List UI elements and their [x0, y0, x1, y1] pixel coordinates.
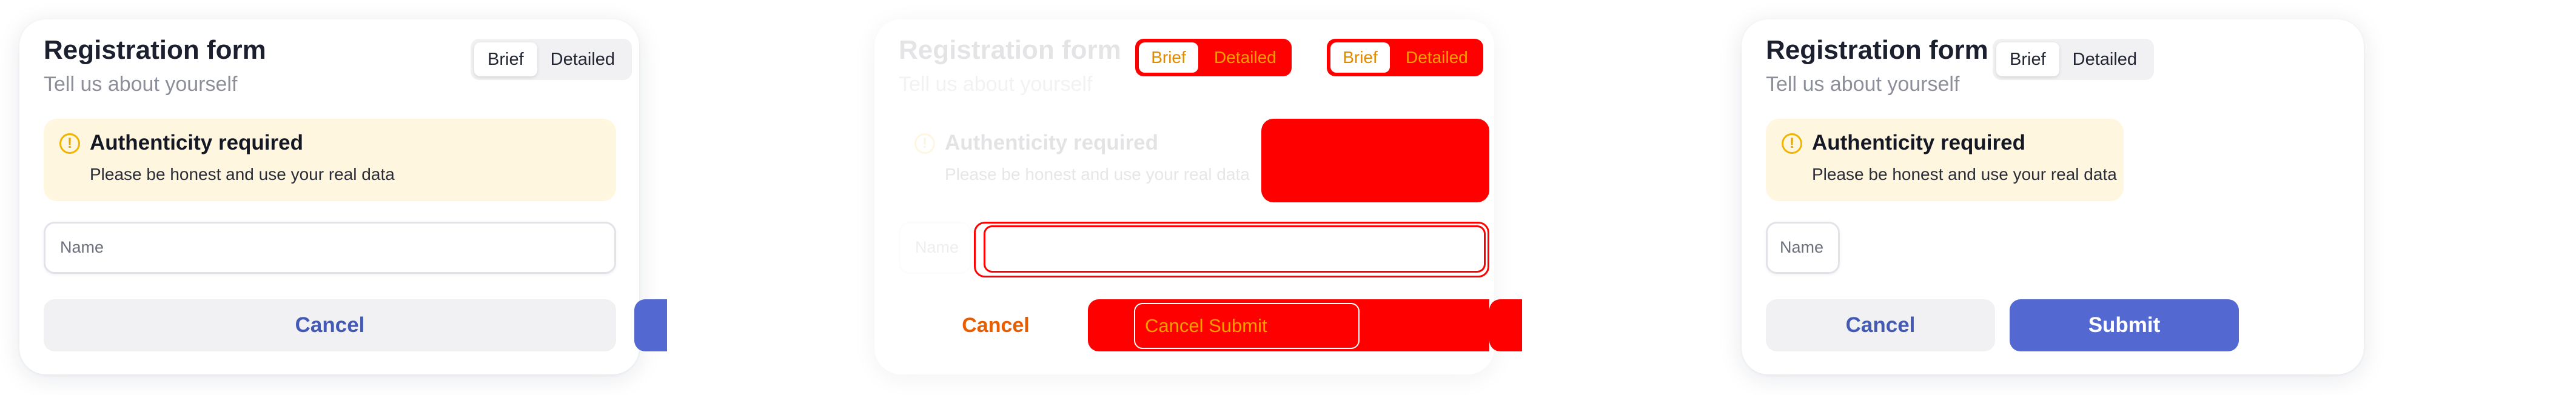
- form-title-faded: Registration form: [899, 35, 1121, 65]
- name-placeholder-faded: Name: [915, 238, 959, 256]
- toggle-overlay-2-detailed[interactable]: Detailed: [1406, 39, 1468, 76]
- overlay-clipped-edge: [1489, 299, 1522, 351]
- panel-overlay: Registration form Tell us about yourself…: [855, 0, 1522, 395]
- name-placeholder: Name: [1780, 238, 1824, 256]
- toggle-brief[interactable]: Brief: [474, 42, 537, 76]
- alert-overlay: [1261, 119, 1489, 202]
- submit-button[interactable]: Submit: [2010, 299, 2239, 351]
- warning-icon: !: [59, 133, 80, 154]
- name-input[interactable]: Name: [44, 222, 616, 274]
- name-input-faded[interactable]: Name: [899, 222, 971, 274]
- submit-button-clipped[interactable]: [634, 299, 667, 351]
- alert-text-faded: Please be honest and use your real data: [945, 165, 1250, 184]
- cancel-overlay-label[interactable]: Cancel: [899, 299, 1093, 351]
- input-overlay-inner[interactable]: [984, 225, 1486, 273]
- cancel-button[interactable]: Cancel: [44, 299, 616, 351]
- alert-text: Please be honest and use your real data: [1812, 165, 2117, 184]
- toggle-brief[interactable]: Brief: [1996, 42, 2059, 76]
- toggle-overlay-2[interactable]: Brief Detailed: [1327, 39, 1483, 76]
- authenticity-alert: ! Authenticity required Please be honest…: [44, 119, 616, 201]
- view-toggle: Brief Detailed: [471, 39, 632, 80]
- alert-title: Authenticity required: [90, 131, 303, 154]
- panel-full-layout: Registration form Tell us about yourself…: [0, 0, 667, 395]
- alert-title-faded: Authenticity required: [945, 131, 1158, 154]
- warning-icon-faded: !: [914, 133, 935, 154]
- view-toggle: Brief Detailed: [1993, 39, 2155, 80]
- form-title: Registration form: [44, 35, 266, 65]
- authenticity-alert: ! Authenticity required Please be honest…: [1766, 119, 2124, 201]
- alert-text: Please be honest and use your real data: [90, 165, 395, 184]
- toggle-overlay-1-detailed[interactable]: Detailed: [1214, 39, 1276, 76]
- warning-icon: !: [1782, 133, 1802, 154]
- form-subtitle-faded: Tell us about yourself: [899, 73, 1093, 96]
- toggle-detailed[interactable]: Detailed: [2059, 42, 2150, 76]
- form-title: Registration form: [1766, 35, 1988, 65]
- toggle-overlay-1-brief[interactable]: Brief: [1139, 42, 1198, 73]
- toggle-overlay-2-brief[interactable]: Brief: [1330, 42, 1390, 73]
- alert-title: Authenticity required: [1812, 131, 2025, 154]
- panel-compact-layout: Registration form Tell us about yourself…: [1722, 0, 2389, 395]
- buttons-overlay-label[interactable]: Cancel Submit: [1134, 303, 1360, 349]
- toggle-overlay-1[interactable]: Brief Detailed: [1135, 39, 1292, 76]
- form-subtitle: Tell us about yourself: [44, 73, 238, 96]
- toggle-detailed[interactable]: Detailed: [537, 42, 628, 76]
- form-subtitle: Tell us about yourself: [1766, 73, 1960, 96]
- name-placeholder: Name: [60, 238, 104, 256]
- name-input[interactable]: Name: [1766, 222, 1840, 274]
- cancel-button[interactable]: Cancel: [1766, 299, 1995, 351]
